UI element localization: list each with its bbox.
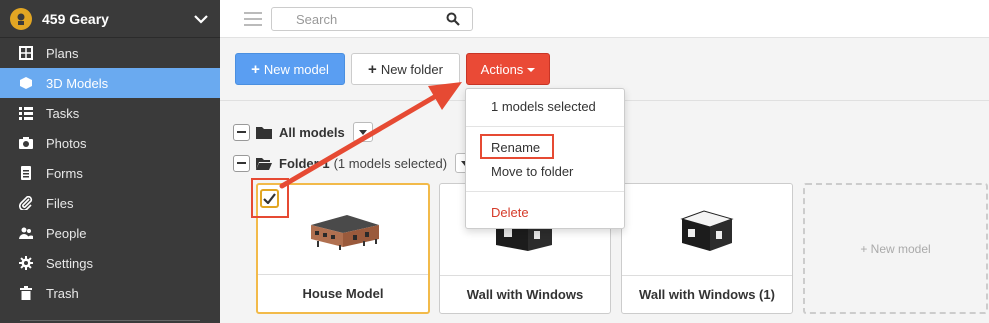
sidebar-item-label: Tasks bbox=[46, 105, 80, 121]
menu-item-move-to-folder[interactable]: Move to folder bbox=[491, 164, 573, 179]
sidebar-item-label: Files bbox=[46, 195, 74, 211]
sidebar-item-label: Trash bbox=[46, 285, 79, 301]
open-folder-icon bbox=[256, 157, 272, 170]
folder-1-label[interactable]: Folder 1 bbox=[279, 156, 330, 171]
camera-icon bbox=[18, 135, 34, 151]
gear-icon bbox=[18, 255, 34, 271]
plus-icon: + bbox=[251, 60, 260, 78]
paperclip-icon bbox=[18, 195, 34, 211]
actions-label: Actions bbox=[480, 61, 524, 77]
collapse-toggle[interactable] bbox=[233, 154, 250, 172]
sidebar-item-photos[interactable]: Photos bbox=[0, 128, 220, 158]
chevron-down-icon[interactable] bbox=[192, 10, 210, 28]
sidebar-item-plans[interactable]: Plans bbox=[0, 38, 220, 68]
sidebar-item-tasks[interactable]: Tasks bbox=[0, 98, 220, 128]
caret-down-icon bbox=[527, 68, 536, 72]
sidebar-item-label: Photos bbox=[46, 135, 87, 151]
sidebar-item-3d-models[interactable]: 3D Models bbox=[0, 68, 220, 98]
tree-row-folder-1: Folder 1 (1 models selected) bbox=[233, 153, 476, 173]
annotation-highlight-rename bbox=[480, 134, 554, 159]
plus-icon: + bbox=[368, 60, 377, 78]
tree-row-all-models: All models bbox=[233, 122, 373, 142]
menu-selection-count: 1 models selected bbox=[491, 99, 596, 114]
sidebar-item-trash[interactable]: Trash bbox=[0, 278, 220, 308]
sidebar-item-settings[interactable]: Settings bbox=[0, 248, 220, 278]
collapse-toggle[interactable] bbox=[233, 123, 250, 141]
search-box[interactable] bbox=[271, 7, 473, 31]
sidebar-item-forms[interactable]: Forms bbox=[0, 158, 220, 188]
menu-divider bbox=[466, 191, 624, 192]
folder-icon bbox=[256, 126, 272, 139]
menu-divider bbox=[466, 126, 624, 127]
model-title: Wall with Windows (1) bbox=[622, 275, 792, 313]
new-folder-label: New folder bbox=[380, 61, 443, 77]
menu-item-delete[interactable]: Delete bbox=[491, 205, 529, 220]
actions-button[interactable]: Actions bbox=[466, 53, 550, 85]
search-input[interactable] bbox=[296, 8, 456, 30]
sidebar-item-label: Forms bbox=[46, 165, 83, 181]
plans-icon bbox=[18, 45, 34, 61]
model-thumbnail bbox=[622, 184, 792, 276]
search-icon[interactable] bbox=[446, 12, 460, 26]
project-switcher[interactable]: 459 Geary bbox=[0, 0, 220, 38]
model-card-wall-with-windows-1[interactable]: Wall with Windows (1) bbox=[621, 183, 793, 314]
new-model-label: New model bbox=[263, 61, 329, 77]
new-model-button[interactable]: + New model bbox=[235, 53, 345, 85]
sidebar-item-label: 3D Models bbox=[46, 75, 109, 91]
sidebar-item-files[interactable]: Files bbox=[0, 188, 220, 218]
sidebar-divider bbox=[20, 320, 200, 321]
model-title: House Model bbox=[258, 274, 428, 312]
checkmark-icon bbox=[263, 193, 276, 204]
sidebar-item-label: Settings bbox=[46, 255, 93, 271]
project-logo-icon bbox=[10, 7, 32, 30]
sidebar-item-people[interactable]: People bbox=[0, 218, 220, 248]
tasks-icon bbox=[18, 105, 34, 121]
hamburger-menu-icon[interactable] bbox=[244, 12, 262, 26]
sidebar-item-label: Plans bbox=[46, 45, 79, 61]
project-name: 459 Geary bbox=[42, 10, 109, 27]
sidebar: 459 Geary Plans 3D Models Tasks Photos F… bbox=[0, 0, 220, 323]
all-models-label[interactable]: All models bbox=[279, 125, 345, 140]
cube-icon bbox=[18, 75, 34, 91]
trash-icon bbox=[18, 285, 34, 301]
model-select-checkbox[interactable] bbox=[260, 189, 279, 208]
top-bar bbox=[220, 0, 989, 38]
people-icon bbox=[18, 225, 34, 241]
new-model-tile[interactable]: + New model bbox=[803, 183, 988, 314]
sidebar-item-label: People bbox=[46, 225, 87, 241]
all-models-dropdown[interactable] bbox=[352, 122, 373, 142]
model-title: Wall with Windows bbox=[440, 275, 610, 313]
forms-icon bbox=[18, 165, 34, 181]
folder-selection-count: (1 models selected) bbox=[333, 155, 448, 171]
new-folder-button[interactable]: + New folder bbox=[351, 53, 460, 85]
